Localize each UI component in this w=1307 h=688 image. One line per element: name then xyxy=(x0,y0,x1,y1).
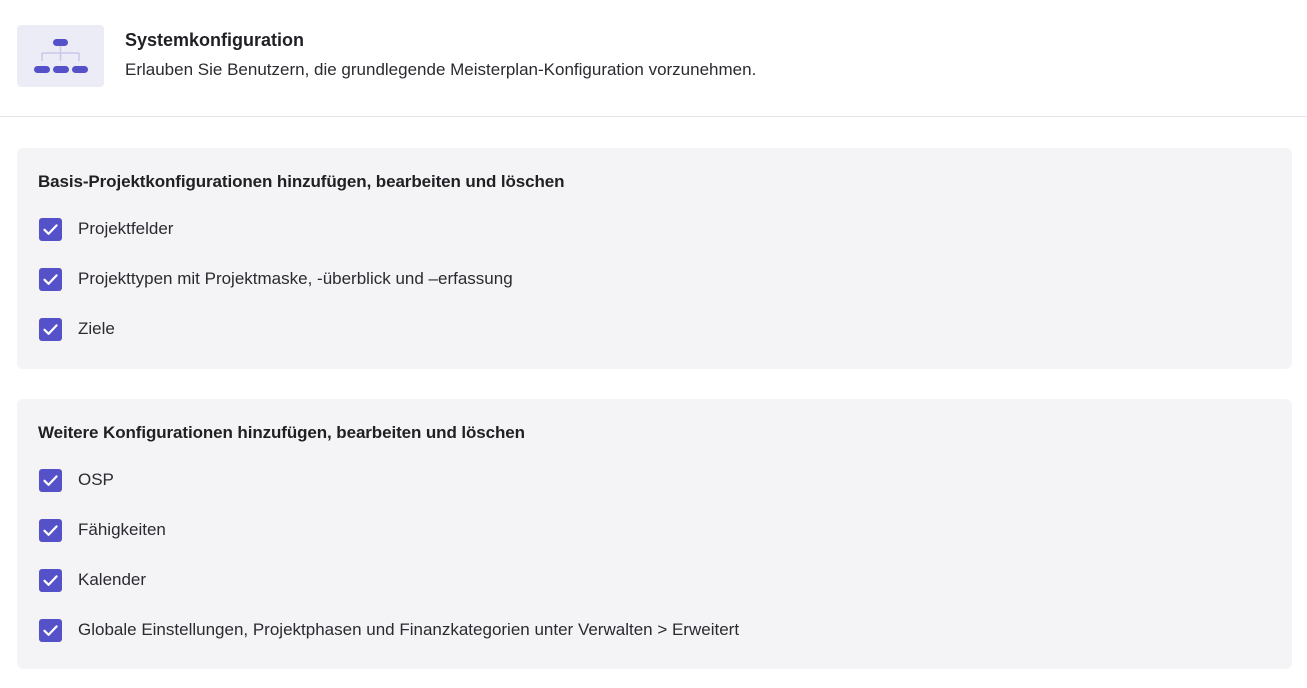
section-title: Basis-Projektkonfigurationen hinzufügen,… xyxy=(38,172,565,191)
checkbox-checked-icon[interactable] xyxy=(39,569,62,592)
checkbox-checked-icon[interactable] xyxy=(39,218,62,241)
section-weitere-konfigurationen: Weitere Konfigurationen hinzufügen, bear… xyxy=(17,399,1292,669)
option-label: Projektfelder xyxy=(78,219,174,238)
option-label: OSP xyxy=(78,470,114,489)
page-header: Systemkonfiguration Erlauben Sie Benutze… xyxy=(0,0,1307,117)
option-label: Projekttypen mit Projektmaske, -überblic… xyxy=(78,269,513,288)
checkbox-checked-icon[interactable] xyxy=(39,318,62,341)
page-description: Erlauben Sie Benutzern, die grundlegende… xyxy=(125,60,757,79)
sitemap-icon xyxy=(17,25,104,87)
page-title: Systemkonfiguration xyxy=(125,30,305,50)
option-label: Globale Einstellungen, Projektphasen und… xyxy=(78,620,740,639)
checkbox-checked-icon[interactable] xyxy=(39,519,62,542)
option-label: Fähigkeiten xyxy=(78,520,166,539)
option-label: Ziele xyxy=(78,319,115,338)
checkbox-checked-icon[interactable] xyxy=(39,268,62,291)
section-title: Weitere Konfigurationen hinzufügen, bear… xyxy=(38,423,525,442)
checkbox-checked-icon[interactable] xyxy=(39,619,62,642)
option-label: Kalender xyxy=(78,570,147,589)
section-basis-projektkonfigurationen: Basis-Projektkonfigurationen hinzufügen,… xyxy=(17,148,1292,369)
checkbox-checked-icon[interactable] xyxy=(39,469,62,492)
